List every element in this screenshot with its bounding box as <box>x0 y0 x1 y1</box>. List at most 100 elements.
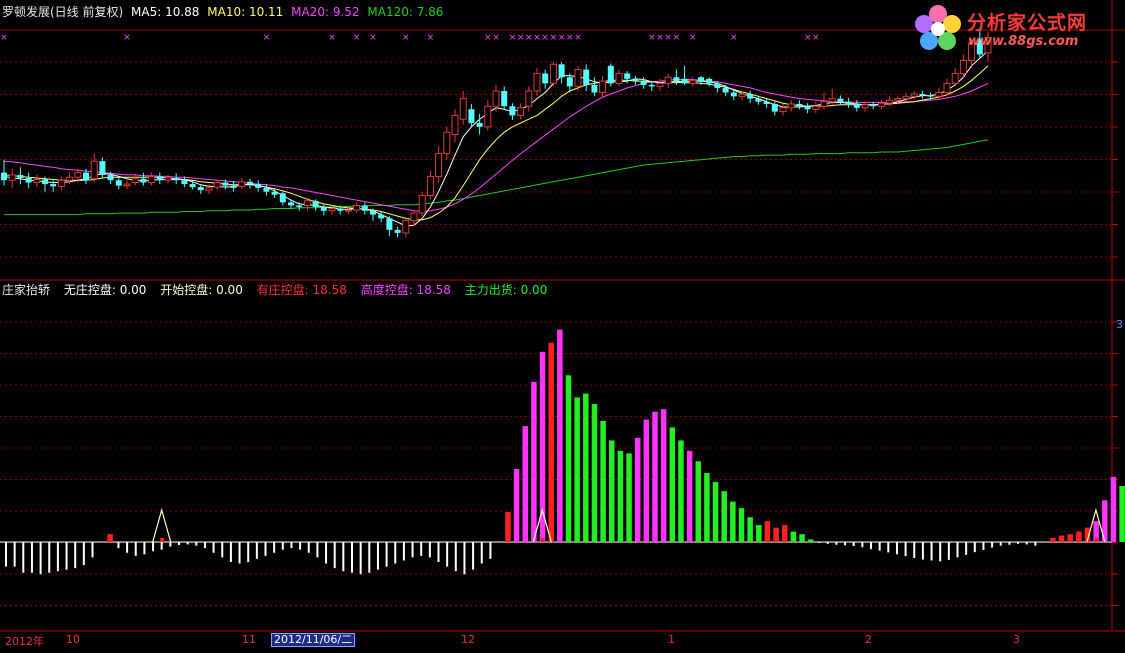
candle-body-down <box>763 101 770 104</box>
candle-body-down <box>115 180 122 186</box>
signal-marker: × <box>533 33 541 43</box>
candle-body-up <box>426 175 434 197</box>
candle-body-down <box>566 77 573 87</box>
control-bar <box>1076 531 1082 542</box>
distribution-bar <box>730 501 736 542</box>
candle-body-up <box>238 181 246 187</box>
candle-body-down <box>394 229 401 233</box>
candle-body-up <box>148 175 156 184</box>
candle-body-down <box>255 184 262 188</box>
candle-body-down <box>173 177 180 181</box>
high-control-bar <box>531 381 537 542</box>
high-control-bar <box>513 469 520 542</box>
candlesticks <box>1 27 992 238</box>
high-control-bar <box>522 426 528 542</box>
signal-marker: × <box>689 33 697 43</box>
candle-body-up <box>574 69 582 87</box>
high-control-bar <box>539 351 546 542</box>
candle-body-up <box>435 153 443 177</box>
right-scale-label: 3 <box>1116 318 1123 331</box>
distribution-bar <box>669 427 676 542</box>
candle-body-up <box>402 220 410 234</box>
high-control-bar <box>686 450 693 542</box>
candle-body-up <box>164 177 172 181</box>
candle-body-down <box>288 202 294 206</box>
candle-body-down <box>747 94 754 99</box>
control-bar <box>505 512 511 542</box>
candle-body-up <box>443 131 451 155</box>
candle-body-up <box>812 105 820 110</box>
candle-body-down <box>542 73 549 84</box>
distribution-bar <box>600 420 606 542</box>
candle-body-up <box>123 183 131 187</box>
candle-body-up <box>664 76 672 84</box>
start-control-dot <box>160 538 165 542</box>
candle-body-down <box>386 218 393 230</box>
x-label-feb: 2 <box>865 633 872 646</box>
candle-body-down <box>853 103 860 108</box>
high-control-bar <box>652 411 658 542</box>
price-legend: 罗顿发展(日线 前复权) MA5: 10.88 MA10: 10.11 MA20… <box>2 5 447 19</box>
candle-body-down <box>632 78 639 82</box>
candle-body-down <box>1 172 7 181</box>
candle-body-down <box>919 94 926 96</box>
candle-body-down <box>230 185 237 188</box>
distribution-bar <box>756 525 762 542</box>
high-control-bar <box>660 409 667 542</box>
candle-body-down <box>222 182 229 186</box>
candle-body-up <box>828 98 836 103</box>
candle-body-up <box>525 90 533 107</box>
candle-body-up <box>910 93 918 97</box>
signal-marker: × <box>550 33 558 43</box>
signal-marker: × <box>566 33 574 43</box>
candle-body-down <box>591 84 598 93</box>
candle-body-down <box>673 77 680 82</box>
legend-ma5: MA5: 10.88 <box>131 5 200 19</box>
candle-body-down <box>501 90 508 107</box>
candle-body-down <box>870 104 877 107</box>
candle-body-up <box>787 103 795 109</box>
distribution-bar <box>704 472 710 542</box>
candle-body-down <box>25 177 32 183</box>
candle-body-up <box>599 80 607 94</box>
distribution-bar <box>790 531 797 542</box>
candle-body-up <box>517 107 525 116</box>
candle-body-up <box>410 212 418 222</box>
candle-body-down <box>263 187 270 192</box>
candle-body-down <box>681 78 688 84</box>
candle-body-up <box>57 179 65 187</box>
candle-body-down <box>607 65 614 84</box>
candle-body-up <box>935 92 943 97</box>
candle-body-down <box>50 184 57 187</box>
candle-body-up <box>484 105 492 128</box>
high-control-bar <box>643 419 650 542</box>
candle-body-down <box>320 206 327 211</box>
control-bar <box>548 342 554 542</box>
candle-body-down <box>706 78 713 84</box>
candle-body-down <box>468 109 475 124</box>
candle-body-up <box>8 174 16 181</box>
candle-body-down <box>156 176 163 181</box>
candle-body-down <box>558 64 565 78</box>
candle-body-up <box>66 176 74 181</box>
indicator-bars <box>5 329 1125 575</box>
high-control-bar <box>557 329 563 542</box>
candle-body-up <box>738 93 746 97</box>
candle-body-up <box>951 72 959 84</box>
candle-body-down <box>624 73 631 79</box>
candle-body-up <box>74 172 82 178</box>
signal-marker: × <box>492 33 500 43</box>
signal-marker: × <box>328 33 336 43</box>
candle-body-down <box>509 106 516 116</box>
candle-body-down <box>640 81 647 85</box>
x-label-dec: 12 <box>461 633 475 646</box>
candle-body-down <box>730 92 737 97</box>
legend-start-control: 开始控盘: 0.00 <box>160 283 243 297</box>
flower-logo-icon <box>915 5 961 50</box>
candle-body-up <box>533 72 541 92</box>
candle-body-down <box>181 180 188 185</box>
candle-body-up <box>353 204 361 211</box>
candle-body-down <box>337 208 344 211</box>
candle-body-down <box>378 214 385 219</box>
candle-body-down <box>771 103 778 112</box>
